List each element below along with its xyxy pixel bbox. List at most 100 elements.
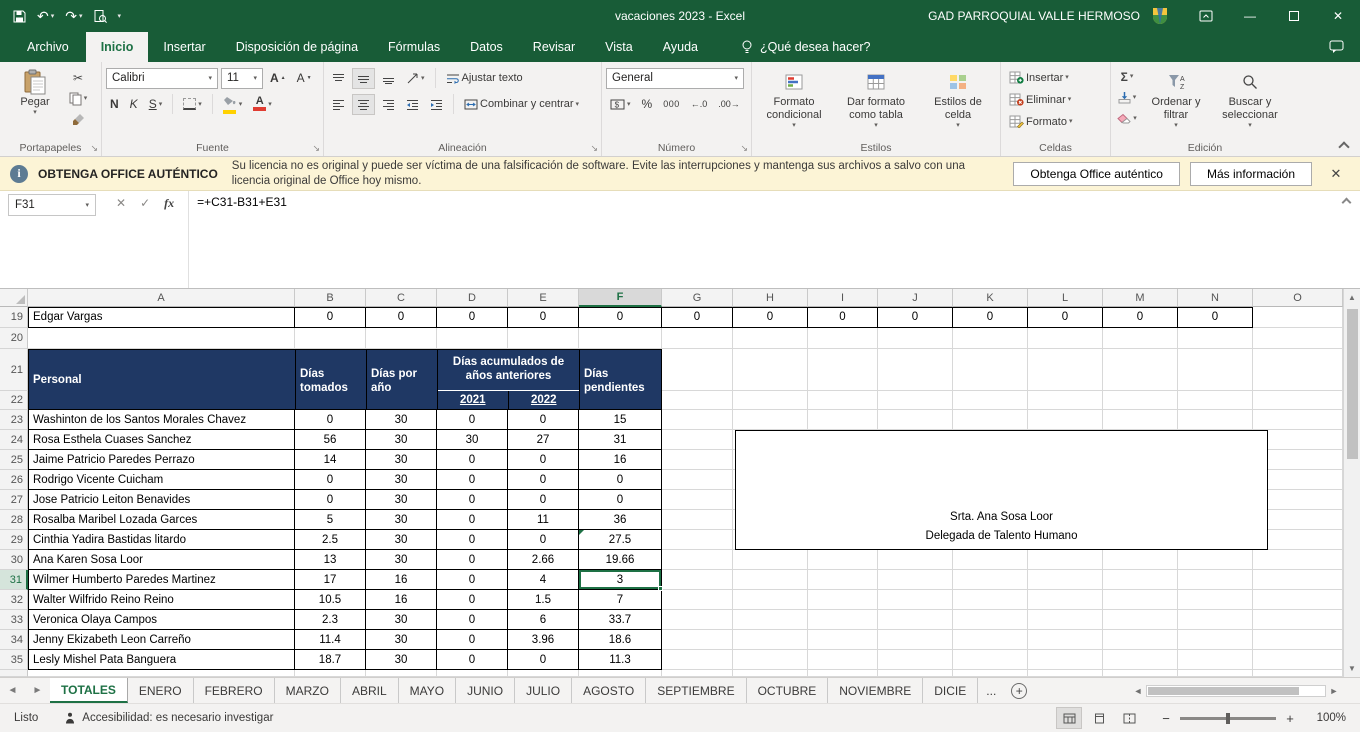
cell[interactable]: 13 [295,550,366,570]
cell[interactable]: 30 [366,610,437,630]
scroll-up-icon[interactable]: ▲ [1344,289,1360,306]
cell[interactable]: 0 [953,307,1028,328]
cell[interactable] [953,570,1028,590]
horizontal-scrollbar[interactable]: ◄ ► [1130,678,1342,703]
cell[interactable]: 56 [295,430,366,450]
cell[interactable]: 2.5 [295,530,366,550]
header-cell-2021[interactable]: 2021 [438,391,509,409]
cell[interactable]: 0 [295,470,366,490]
percent-style-button[interactable]: % [638,94,657,115]
cell[interactable] [1253,307,1343,328]
get-genuine-office-button[interactable]: Obtenga Office auténtico [1013,162,1180,186]
cell[interactable]: 18.7 [295,650,366,670]
row-header[interactable]: 23 [0,410,28,430]
cell[interactable] [437,670,508,677]
cell[interactable]: 4 [508,570,579,590]
accounting-format-button[interactable]: $▾ [606,94,635,115]
cell[interactable]: 0 [1103,307,1178,328]
cell[interactable] [1028,349,1103,391]
cell[interactable] [808,349,878,391]
cell[interactable]: 27 [508,430,579,450]
align-top-button[interactable] [328,68,349,89]
cell[interactable] [878,590,953,610]
tab-disposicion[interactable]: Disposición de página [221,32,373,62]
cell[interactable] [953,590,1028,610]
row-header[interactable]: 30 [0,550,28,570]
tab-formulas[interactable]: Fórmulas [373,32,455,62]
cell[interactable]: Walter Wilfrido Reino Reino [28,590,295,610]
cell[interactable]: 0 [295,490,366,510]
cell[interactable]: 0 [808,307,878,328]
sort-filter-button[interactable]: AZ Ordenar y filtrar ▾ [1139,65,1213,139]
sheet-tab-enero[interactable]: ENERO [128,678,194,703]
cell[interactable] [579,328,662,349]
cell[interactable] [878,610,953,630]
ribbon-display-options-button[interactable] [1184,0,1228,32]
cell[interactable]: 0 [366,307,437,328]
dialog-launcher-icon[interactable]: ↘ [740,144,748,153]
new-sheet-button[interactable]: + [1004,678,1034,703]
cell[interactable] [662,430,733,450]
cell[interactable]: Wilmer Humberto Paredes Martinez [28,570,295,590]
header-cell-2022[interactable]: 2022 [509,391,580,409]
zoom-out-button[interactable]: − [1160,711,1172,726]
cell[interactable] [1178,328,1253,349]
cell[interactable]: 11.4 [295,630,366,650]
tab-inicio[interactable]: Inicio [86,32,149,62]
cell[interactable] [953,550,1028,570]
comma-style-button[interactable]: 000 [659,94,684,115]
cell[interactable] [1178,570,1253,590]
align-bottom-button[interactable] [378,68,399,89]
cell[interactable]: 27.5 [579,530,662,550]
zoom-in-button[interactable]: + [1284,711,1296,726]
column-header[interactable]: L [1028,289,1103,307]
cell[interactable] [662,328,733,349]
maximize-button[interactable] [1272,0,1316,32]
cell[interactable]: 0 [1178,307,1253,328]
cell[interactable] [662,570,733,590]
cell[interactable]: 3.96 [508,630,579,650]
column-header[interactable]: O [1253,289,1343,307]
cell[interactable] [1253,550,1343,570]
cell[interactable] [953,328,1028,349]
cell[interactable]: 30 [437,430,508,450]
bold-button[interactable]: N [106,94,123,115]
cell[interactable] [808,610,878,630]
column-header[interactable]: K [953,289,1028,307]
conditional-formatting-button[interactable]: Formato condicional ▾ [756,65,832,139]
cell[interactable] [808,590,878,610]
cell[interactable] [1253,650,1343,670]
cell[interactable] [953,650,1028,670]
cell[interactable] [1028,410,1103,430]
formula-input[interactable]: =+C31-B31+E31 [188,191,1360,288]
row-header[interactable]: 26 [0,470,28,490]
cell[interactable]: 31 [579,430,662,450]
cell[interactable] [1103,590,1178,610]
cell[interactable] [662,530,733,550]
align-center-button[interactable] [352,94,375,115]
cell[interactable] [1178,630,1253,650]
cell[interactable] [1103,650,1178,670]
scroll-left-icon[interactable]: ◄ [1130,686,1146,696]
cell[interactable] [662,410,733,430]
enter-formula-icon[interactable]: ✓ [140,196,150,210]
zoom-slider[interactable] [1180,717,1276,720]
cell[interactable]: 0 [508,490,579,510]
cell[interactable]: 30 [366,530,437,550]
cell[interactable] [1178,550,1253,570]
cell[interactable]: 0 [508,530,579,550]
dialog-launcher-icon[interactable]: ↘ [590,144,598,153]
tab-archivo[interactable]: Archivo [10,32,86,62]
number-format-select[interactable]: General▾ [606,68,744,89]
cell[interactable] [953,670,1028,677]
cell[interactable]: 0 [295,410,366,430]
scroll-down-icon[interactable]: ▼ [1344,660,1360,677]
tab-ayuda[interactable]: Ayuda [648,32,713,62]
orientation-button[interactable]: ▾ [402,68,429,89]
cell[interactable]: 2.66 [508,550,579,570]
header-cell-acumulados[interactable]: Días acumulados de años anteriores 2021 … [438,350,580,409]
column-header-selected[interactable]: F [579,289,662,307]
cell[interactable] [662,670,733,677]
cell[interactable]: 0 [437,510,508,530]
cell[interactable] [662,450,733,470]
